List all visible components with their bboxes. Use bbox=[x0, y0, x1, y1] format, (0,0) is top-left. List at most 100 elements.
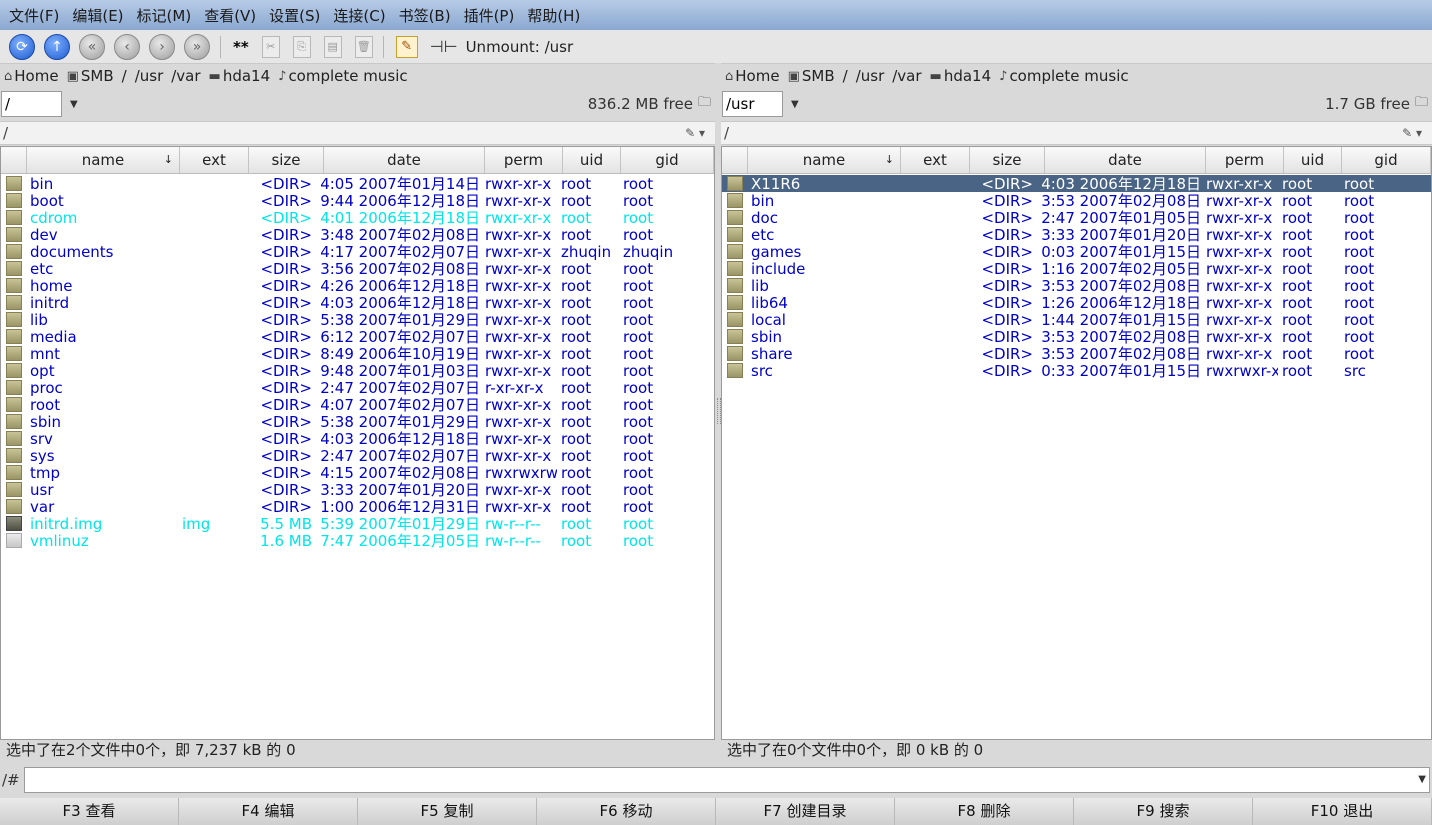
folder-icon[interactable]: 🗀 bbox=[1415, 93, 1428, 115]
menu-file[interactable]: 文件(F) bbox=[9, 5, 59, 26]
path-input[interactable]: / bbox=[1, 91, 62, 117]
chevron-down-icon[interactable]: ▼ bbox=[1418, 774, 1426, 785]
bookmark-var[interactable]: /var bbox=[171, 67, 200, 85]
column-perm[interactable]: perm bbox=[485, 147, 563, 173]
bookmark-usr[interactable]: /usr bbox=[135, 67, 164, 85]
f6-move-button[interactable]: F6 移动 bbox=[537, 798, 716, 825]
column-size[interactable]: size bbox=[249, 147, 324, 173]
column-name[interactable]: name ↓ bbox=[27, 147, 180, 173]
file-row[interactable]: src <DIR> 20:33 2007年01月15日 rwxrwxr-x root sr… bbox=[722, 361, 1431, 380]
back-icon[interactable]: ‹ bbox=[114, 33, 140, 60]
menu-bookmarks[interactable]: 书签(B) bbox=[399, 5, 451, 26]
bookmark-home[interactable]: ⌂ Home bbox=[4, 67, 59, 85]
column-name[interactable]: name ↓ bbox=[748, 147, 901, 173]
filter-dropdown-icon[interactable]: ✎ ▾ bbox=[1402, 126, 1422, 140]
menu-edit[interactable]: 编辑(E) bbox=[72, 5, 123, 26]
f9-search-button[interactable]: F9 搜索 bbox=[1074, 798, 1253, 825]
unmount-button[interactable]: Unmount: /usr bbox=[466, 38, 574, 56]
paste-icon[interactable]: ▤ bbox=[323, 35, 342, 58]
column-ext[interactable]: ext bbox=[901, 147, 970, 173]
file-perm: rwxr-xr-x bbox=[485, 242, 552, 261]
row-container: X11R6 <DIR> 14:03 2006年12月18日 rwxr-xr-x root… bbox=[722, 174, 1431, 380]
copy-icon[interactable]: ⎘ bbox=[292, 35, 311, 58]
column-gid[interactable]: gid bbox=[621, 147, 714, 173]
column-gid[interactable]: gid bbox=[1342, 147, 1431, 173]
bookmark-smb[interactable]: ▣ SMB bbox=[788, 67, 835, 85]
bookmark-smb[interactable]: ▣ SMB bbox=[67, 67, 114, 85]
row-icon bbox=[722, 261, 747, 276]
bookmark-hda14[interactable]: ▬ hda14 bbox=[930, 67, 992, 85]
menu-help[interactable]: 帮助(H) bbox=[527, 5, 580, 26]
folder-icon bbox=[726, 312, 743, 327]
path-input[interactable]: /usr bbox=[722, 91, 783, 117]
column-date[interactable]: date bbox=[1045, 147, 1206, 173]
f3-view-button[interactable]: F3 查看 bbox=[0, 798, 179, 825]
file-list[interactable]: name ↓ ext size date perm uid gid X11R6 <D… bbox=[721, 146, 1432, 740]
bookmark-music[interactable]: ♪ complete music bbox=[278, 67, 407, 85]
file-size: <DIR> bbox=[981, 191, 1033, 210]
filter-row[interactable]: / ✎ ▾ bbox=[721, 121, 1432, 145]
menu-settings[interactable]: 设置(S) bbox=[269, 5, 320, 26]
file-size: 5.5 MB bbox=[260, 514, 312, 533]
file-uid: root bbox=[1282, 174, 1313, 193]
bookmark-root[interactable]: / bbox=[122, 67, 127, 85]
filter-row[interactable]: / ✎ ▾ bbox=[0, 121, 715, 145]
edit-icon[interactable]: ✎ bbox=[395, 35, 418, 58]
forward-icon[interactable]: › bbox=[149, 33, 175, 60]
menu-connect[interactable]: 连接(C) bbox=[333, 5, 385, 26]
file-perm: rwxr-xr-x bbox=[1206, 276, 1273, 295]
row-icon bbox=[1, 346, 26, 361]
cut-icon[interactable]: ✂ bbox=[261, 35, 280, 58]
file-uid: root bbox=[561, 497, 592, 516]
bookmark-music[interactable]: ♪ complete music bbox=[999, 67, 1128, 85]
chevron-down-icon[interactable]: ▼ bbox=[791, 99, 799, 110]
bookmark-root[interactable]: / bbox=[843, 67, 848, 85]
column-uid[interactable]: uid bbox=[563, 147, 621, 173]
file-name: X11R6 bbox=[751, 174, 801, 193]
filter-dropdown-icon[interactable]: ✎ ▾ bbox=[685, 126, 705, 140]
column-perm[interactable]: perm bbox=[1206, 147, 1284, 173]
row-icon bbox=[1, 380, 26, 395]
column-ext[interactable]: ext bbox=[180, 147, 249, 173]
command-input[interactable]: ▼ bbox=[24, 767, 1430, 793]
file-uid: root bbox=[1282, 361, 1313, 380]
bookmark-home[interactable]: ⌂ Home bbox=[725, 67, 780, 85]
menu-plugins[interactable]: 插件(P) bbox=[464, 5, 515, 26]
file-name: bin bbox=[751, 191, 775, 210]
home-nav-icon[interactable]: » bbox=[184, 33, 210, 60]
menu-view[interactable]: 查看(V) bbox=[204, 5, 256, 26]
f5-copy-button[interactable]: F5 复制 bbox=[358, 798, 537, 825]
file-name: root bbox=[30, 395, 61, 414]
bookmark-usr[interactable]: /usr bbox=[856, 67, 885, 85]
up-arrow-icon[interactable]: ↑ bbox=[44, 33, 70, 60]
chevron-down-icon[interactable]: ▼ bbox=[70, 99, 78, 110]
folder-icon bbox=[5, 499, 22, 514]
file-row[interactable]: vmlinuz 1.6 MB 17:47 2006年12月05日 rw-r--r-- r… bbox=[1, 532, 714, 550]
bookmark-var[interactable]: /var bbox=[892, 67, 921, 85]
home-icon: ⌂ bbox=[4, 68, 13, 84]
column-date[interactable]: date bbox=[324, 147, 485, 173]
menu-mark[interactable]: 标记(M) bbox=[137, 5, 192, 26]
column-uid[interactable]: uid bbox=[1284, 147, 1342, 173]
bookmark-hda14[interactable]: ▬ hda14 bbox=[209, 67, 271, 85]
file-gid: root bbox=[1344, 344, 1375, 363]
file-list[interactable]: name ↓ ext size date perm uid gid bin <DIR… bbox=[0, 146, 715, 740]
f7-mkdir-button[interactable]: F7 创建目录 bbox=[716, 798, 895, 825]
delete-icon[interactable]: 🗑 bbox=[354, 35, 373, 58]
file-perm: rwxr-xr-x bbox=[1206, 191, 1273, 210]
column-size[interactable]: size bbox=[970, 147, 1045, 173]
row-container: bin <DIR> 14:05 2007年01月14日 rwxr-xr-x root ro… bbox=[1, 174, 714, 550]
row-icon bbox=[1, 176, 26, 191]
folder-icon bbox=[726, 244, 743, 259]
file-size: <DIR> bbox=[260, 293, 312, 312]
folder-icon bbox=[5, 227, 22, 242]
root-icon[interactable]: « bbox=[79, 33, 105, 60]
f10-quit-button[interactable]: F10 退出 bbox=[1253, 798, 1432, 825]
folder-icon[interactable]: 🗀 bbox=[698, 93, 711, 115]
refresh-icon[interactable]: ⟳ bbox=[9, 33, 35, 60]
f4-edit-button[interactable]: F4 编辑 bbox=[179, 798, 358, 825]
select-all-button[interactable]: ** bbox=[233, 38, 249, 56]
sort-arrow-icon: ↓ bbox=[884, 153, 894, 166]
f8-delete-button[interactable]: F8 删除 bbox=[895, 798, 1074, 825]
file-uid: root bbox=[561, 395, 592, 414]
